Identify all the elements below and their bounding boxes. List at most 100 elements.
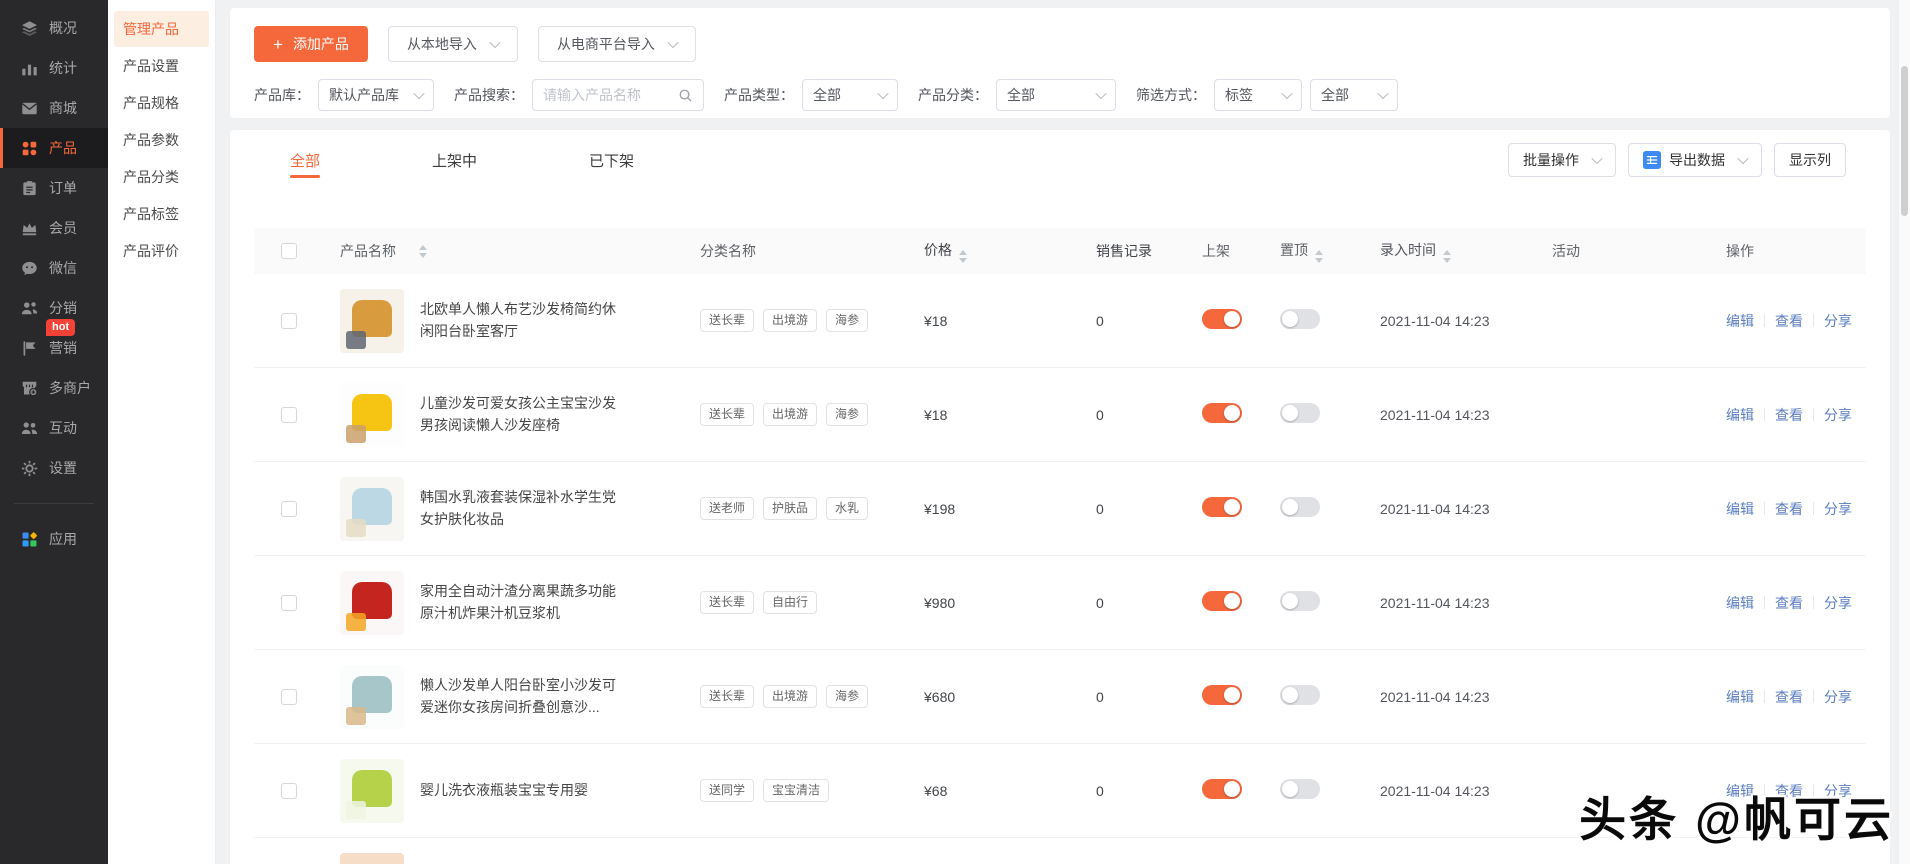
product-image — [340, 288, 404, 353]
top-toggle[interactable] — [1280, 779, 1320, 799]
sort-icon[interactable] — [1443, 249, 1451, 263]
sidebar-item-multi-merchant[interactable]: 多商户 — [0, 368, 108, 408]
type-select[interactable]: 全部 — [802, 79, 898, 111]
select-all-checkbox[interactable] — [281, 243, 297, 259]
action-divider — [1813, 596, 1814, 609]
sidebar-item-wechat[interactable]: 微信 — [0, 248, 108, 288]
row-checkbox[interactable] — [281, 406, 297, 423]
sidebar-item-order[interactable]: 订单 — [0, 168, 108, 208]
submenu-item-product-tags[interactable]: 产品标签 — [114, 196, 209, 232]
export-data-dropdown[interactable]: 导出数据 — [1628, 143, 1762, 177]
sidebar-item-interact[interactable]: 互动 — [0, 408, 108, 448]
view-link[interactable]: 查看 — [1775, 311, 1803, 331]
import-platform-dropdown[interactable]: 从电商平台导入 — [537, 26, 696, 62]
order-icon — [21, 180, 38, 197]
library-select[interactable]: 默认产品库 — [318, 79, 434, 111]
submenu-item-manage-products[interactable]: 管理产品 — [114, 11, 209, 47]
scrollbar[interactable] — [1898, 0, 1910, 864]
category-select[interactable]: 全部 — [996, 79, 1116, 111]
top-toggle[interactable] — [1280, 309, 1320, 329]
edit-link[interactable]: 编辑 — [1726, 499, 1754, 519]
on-shelf-toggle[interactable] — [1202, 403, 1242, 423]
product-name[interactable]: 家用全自动汁渣分离果蔬多功能原汁机炸果汁机豆浆机 — [420, 581, 620, 624]
product-name[interactable]: 儿童沙发可爱女孩公主宝宝沙发男孩阅读懒人沙发座椅 — [420, 393, 620, 436]
tabs-row: 全部 上架中 已下架 批量操作 导出数据 显示列 — [254, 130, 1866, 190]
sidebar-item-label: 产品 — [49, 140, 77, 156]
show-columns-button[interactable]: 显示列 — [1774, 143, 1846, 177]
top-toggle[interactable] — [1280, 685, 1320, 705]
row-checkbox[interactable] — [281, 594, 297, 611]
submenu-item-product-specs[interactable]: 产品规格 — [114, 85, 209, 121]
scrollbar-thumb[interactable] — [1901, 66, 1908, 216]
sidebar-item-mall[interactable]: 商城 — [0, 88, 108, 128]
action-divider — [1813, 314, 1814, 327]
edit-link[interactable]: 编辑 — [1726, 311, 1754, 331]
category-value: 全部 — [1007, 87, 1035, 103]
view-link[interactable]: 查看 — [1775, 405, 1803, 425]
column-header[interactable]: 置顶 — [1280, 240, 1380, 263]
plus-icon: + — [273, 34, 283, 54]
search-icon[interactable] — [678, 88, 693, 103]
sort-icon[interactable] — [959, 249, 967, 263]
sort-icon[interactable] — [1315, 249, 1323, 263]
edit-link[interactable]: 编辑 — [1726, 687, 1754, 707]
submenu-item-product-reviews[interactable]: 产品评价 — [114, 233, 209, 269]
category-tag: 送长辈 — [700, 591, 755, 614]
product-image — [340, 758, 404, 823]
product-name[interactable]: 韩国水乳液套装保湿补水学生党女护肤化妆品 — [420, 487, 620, 530]
row-checkbox[interactable] — [281, 782, 297, 799]
row-checkbox[interactable] — [281, 500, 297, 517]
on-shelf-toggle[interactable] — [1202, 591, 1242, 611]
product-name[interactable]: 懒人沙发单人阳台卧室小沙发可爱迷你女孩房间折叠创意沙... — [420, 675, 620, 718]
column-header[interactable]: 价格 — [920, 240, 1090, 263]
sidebar-item-member[interactable]: 会员 — [0, 208, 108, 248]
sidebar-item-product[interactable]: 产品 — [0, 128, 108, 168]
view-link[interactable]: 查看 — [1775, 687, 1803, 707]
on-shelf-toggle[interactable] — [1202, 779, 1242, 799]
view-link[interactable]: 查看 — [1775, 593, 1803, 613]
category-tags: 送长辈 出境游 海参 — [700, 403, 920, 426]
on-shelf-toggle[interactable] — [1202, 497, 1242, 517]
sidebar-item-stats[interactable]: 统计 — [0, 48, 108, 88]
submenu-item-product-categories[interactable]: 产品分类 — [114, 159, 209, 195]
tab-all[interactable]: 全部 — [290, 130, 321, 190]
sidebar-item-apps[interactable]: 应用 — [0, 519, 108, 559]
add-product-button[interactable]: + 添加产品 — [254, 26, 368, 62]
filter-value-select[interactable]: 全部 — [1310, 79, 1398, 111]
submenu-item-product-settings[interactable]: 产品设置 — [114, 48, 209, 84]
sidebar-item-overview[interactable]: 概况 — [0, 8, 108, 48]
batch-actions-dropdown[interactable]: 批量操作 — [1508, 143, 1616, 177]
distribution-icon — [21, 300, 38, 317]
sidebar-item-marketing[interactable]: 营销 hot — [0, 319, 108, 368]
row-checkbox[interactable] — [281, 688, 297, 705]
share-link[interactable]: 分享 — [1824, 593, 1852, 613]
edit-link[interactable]: 编辑 — [1726, 593, 1754, 613]
search-input[interactable] — [543, 87, 665, 103]
share-link[interactable]: 分享 — [1824, 311, 1852, 331]
product-name[interactable]: 北欧单人懒人布艺沙发椅简约休闲阳台卧室客厅 — [420, 299, 620, 342]
filter-method-select[interactable]: 标签 — [1214, 79, 1302, 111]
share-link[interactable]: 分享 — [1824, 687, 1852, 707]
submenu-item-product-params[interactable]: 产品参数 — [114, 122, 209, 158]
top-toggle[interactable] — [1280, 497, 1320, 517]
marketing-icon — [21, 340, 38, 357]
on-shelf-toggle[interactable] — [1202, 685, 1242, 705]
column-header[interactable]: 录入时间 — [1380, 240, 1552, 263]
sidebar-item-settings[interactable]: 设置 — [0, 448, 108, 488]
view-link[interactable]: 查看 — [1775, 499, 1803, 519]
top-toggle[interactable] — [1280, 591, 1320, 611]
on-shelf-toggle[interactable] — [1202, 309, 1242, 329]
column-header[interactable]: 产品名称 — [324, 241, 700, 261]
import-local-dropdown[interactable]: 从本地导入 — [387, 26, 518, 62]
top-toggle[interactable] — [1280, 403, 1320, 423]
tab-on-shelf[interactable]: 上架中 — [432, 130, 477, 190]
tab-off-shelf[interactable]: 已下架 — [589, 130, 634, 190]
product-name[interactable]: 婴儿洗衣液瓶装宝宝专用婴 — [420, 780, 620, 802]
sort-icon[interactable] — [419, 244, 427, 258]
chevron-down-icon — [1281, 87, 1293, 100]
edit-link[interactable]: 编辑 — [1726, 405, 1754, 425]
share-link[interactable]: 分享 — [1824, 405, 1852, 425]
share-link[interactable]: 分享 — [1824, 499, 1852, 519]
row-checkbox[interactable] — [281, 312, 297, 329]
filter-row: 产品库： 默认产品库 产品搜索： 产品类型： 全部 产品分类： — [254, 79, 1866, 111]
